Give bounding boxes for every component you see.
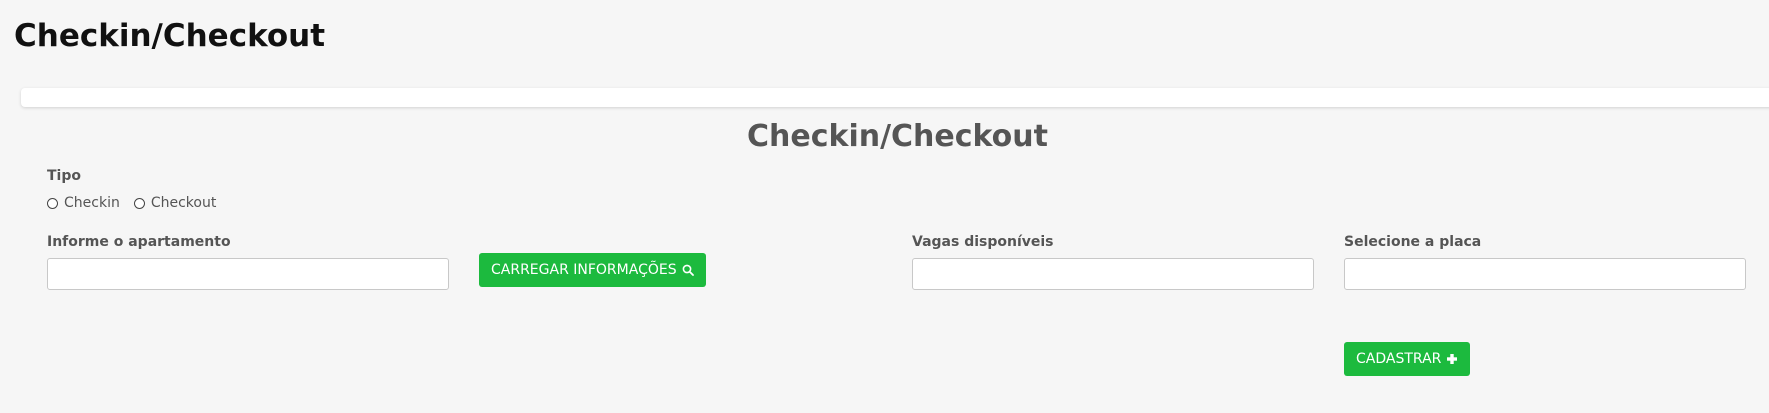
page-title: Checkin/Checkout [14,18,326,54]
top-bar [21,88,1769,107]
radio-checkin-label: Checkin [64,195,120,211]
main-panel: Checkin/Checkout Checkin/Checkout Tipo C… [0,0,1769,413]
tipo-label: Tipo [47,168,81,184]
tipo-radio-group: Checkin Checkout [47,195,230,211]
radio-checkin-circle[interactable] [47,197,58,209]
cadastrar-label: CADASTRAR [1356,351,1442,367]
placa-label: Selecione a placa [1344,234,1482,250]
radio-checkout-circle[interactable] [133,197,145,209]
form-title: Checkin/Checkout [746,119,1048,154]
cadastrar-button[interactable]: CADASTRAR [1344,342,1471,376]
vagas-label: Vagas disponíveis [912,234,1054,250]
radio-checkout[interactable]: Checkout [133,195,217,211]
radio-checkin[interactable]: Checkin [47,195,120,211]
plus-icon [1446,353,1458,365]
carregar-informacoes-label: CARREGAR INFORMAÇÕES [491,262,677,278]
placa-select[interactable] [1344,258,1746,290]
radio-checkout-label: Checkout [150,195,217,211]
search-icon [682,264,694,276]
vagas-input[interactable] [912,258,1314,290]
carregar-informacoes-button[interactable]: CARREGAR INFORMAÇÕES [479,253,706,287]
apartamento-input[interactable] [47,258,449,290]
apartamento-label: Informe o apartamento [47,234,231,250]
